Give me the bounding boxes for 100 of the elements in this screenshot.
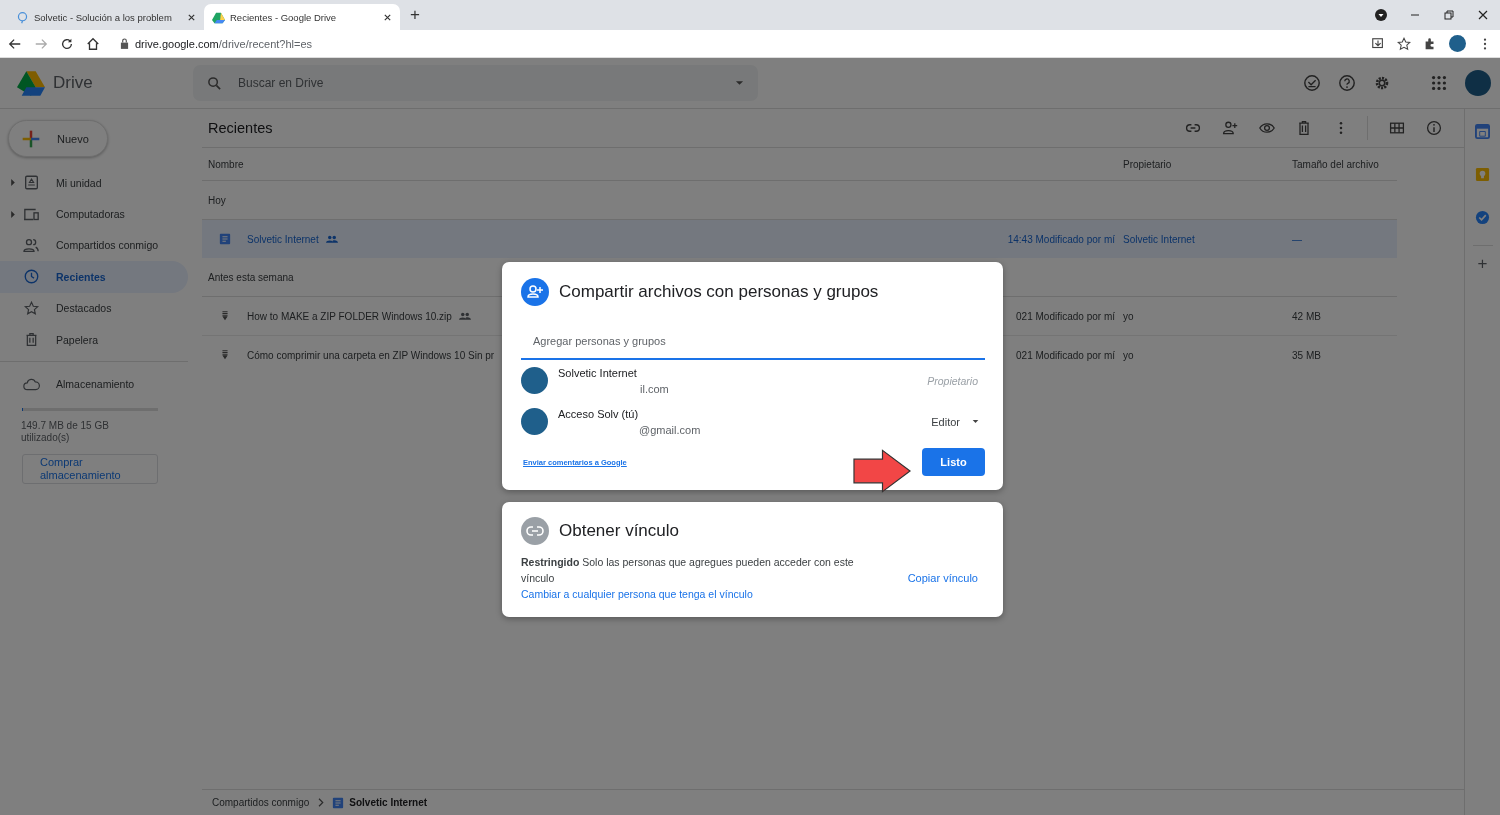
- zip-file-icon: [219, 349, 231, 361]
- zip-file-icon: [219, 310, 231, 322]
- restore-icon[interactable]: [1442, 8, 1456, 22]
- search-bar[interactable]: Buscar en Drive: [193, 65, 758, 101]
- eye-icon[interactable]: [1259, 120, 1275, 136]
- buy-storage-button[interactable]: Comprar almacenamiento: [22, 453, 158, 484]
- lock-icon[interactable]: [120, 38, 129, 49]
- column-header[interactable]: Nombre: [202, 158, 953, 170]
- drive-favicon-icon: [212, 10, 225, 24]
- grid-view-icon[interactable]: [1389, 120, 1405, 136]
- account-avatar[interactable]: [1465, 70, 1491, 96]
- person-email: il.com: [639, 381, 669, 397]
- group-label: Antes esta semana: [208, 271, 294, 283]
- star-icon[interactable]: [1397, 36, 1411, 51]
- add-person-icon[interactable]: [1222, 120, 1238, 136]
- size-cell-text: —: [1292, 233, 1303, 245]
- caret-icon: [972, 419, 979, 424]
- help-icon[interactable]: [1338, 74, 1356, 92]
- breadcrumb-item[interactable]: Solvetic Internet: [349, 797, 428, 808]
- drive-logo-icon[interactable]: [17, 70, 45, 96]
- puzzle-icon[interactable]: [1423, 36, 1437, 51]
- breadcrumb-item[interactable]: Compartidos conmigo: [212, 797, 310, 808]
- column-header[interactable]: Propietario: [1123, 158, 1292, 170]
- close-icon[interactable]: [383, 12, 392, 22]
- person-name: Acceso Solv (tú): [558, 406, 640, 422]
- new-button[interactable]: Nuevo: [8, 120, 108, 157]
- copy-link-button[interactable]: Copiar vínculo: [907, 571, 978, 584]
- check-circle-icon[interactable]: [1303, 74, 1321, 92]
- calendar-icon[interactable]: [1475, 124, 1490, 139]
- file-name: How to MAKE a ZIP FOLDER Windows 10.zip: [247, 310, 452, 322]
- document-icon: [219, 233, 231, 245]
- person-email: @gmail.com: [638, 422, 701, 438]
- storage-usage-text: 149.7 MB de 15 GB utilizado(s): [21, 419, 110, 444]
- access-description: Restringido Solo las personas que agregues pueden acceder con este vínculo: [521, 555, 855, 586]
- sidebar-item[interactable]: Destacados: [0, 292, 188, 324]
- add-person-icon: [521, 278, 549, 306]
- browser-tab[interactable]: Solvetic - Solución a los problem: [8, 4, 204, 30]
- pointer-arrow: [853, 449, 912, 493]
- close-icon[interactable]: [187, 12, 196, 22]
- install-app-icon[interactable]: [1371, 36, 1385, 51]
- trash-icon[interactable]: [1296, 120, 1312, 136]
- avatar: [521, 367, 548, 394]
- role-label: Propietario: [927, 374, 979, 387]
- modified-cell-text: 021 Modificado por mí: [1015, 310, 1116, 322]
- browser-tab[interactable]: Recientes - Google Drive: [204, 4, 400, 30]
- avatar: [521, 408, 548, 435]
- chevron-right-icon: [317, 798, 325, 807]
- expand-caret-icon[interactable]: [10, 209, 16, 219]
- expand-caret-icon[interactable]: [10, 178, 16, 188]
- add-addon-button[interactable]: +: [1477, 254, 1488, 274]
- owner-cell-text: Solvetic Internet: [1123, 233, 1196, 245]
- person-name: Solvetic Internet: [558, 365, 638, 381]
- page-title: Recientes: [208, 120, 273, 136]
- sidebar-item[interactable]: Recientes: [0, 261, 188, 293]
- app-title: Drive: [53, 73, 94, 93]
- apps-grid-icon[interactable]: [1430, 74, 1448, 92]
- people-icon: [23, 237, 40, 253]
- modified-cell-text: 021 Modificado por mí: [1015, 349, 1116, 361]
- back-arrow-icon[interactable]: [8, 36, 22, 51]
- drive-icon: [23, 175, 40, 191]
- group-label: Hoy: [208, 194, 226, 206]
- sidebar-item[interactable]: Papelera: [0, 323, 188, 356]
- sidebar-item[interactable]: Compartidos conmigo: [0, 229, 188, 262]
- sidebar-item[interactable]: Mi unidad: [0, 167, 188, 199]
- reload-icon[interactable]: [60, 36, 74, 51]
- magnifier-favicon-icon: [16, 10, 29, 24]
- home-icon[interactable]: [86, 36, 100, 51]
- forward-arrow-icon[interactable]: [34, 36, 48, 51]
- search-input[interactable]: Buscar en Drive: [236, 75, 735, 91]
- sidebar-item[interactable]: Computadoras: [0, 198, 188, 230]
- info-icon[interactable]: [1426, 120, 1442, 136]
- search-icon: [207, 75, 222, 91]
- clock-icon: [23, 269, 40, 285]
- star-icon: [23, 300, 40, 316]
- dialog-title: Obtener vínculo: [559, 521, 679, 541]
- profile-avatar[interactable]: [1449, 35, 1466, 52]
- column-header[interactable]: Tamaño del archivo: [1292, 158, 1397, 170]
- document-icon: [332, 796, 345, 809]
- done-button[interactable]: Listo: [922, 448, 985, 476]
- computers-icon: [23, 206, 40, 222]
- link-icon: [521, 517, 549, 545]
- owner-cell-text: yo: [1123, 310, 1135, 322]
- storage-item[interactable]: Almacenamiento: [0, 368, 188, 400]
- modified-cell-text: 14:43 Modificado por mí: [1006, 233, 1116, 245]
- file-name: Solvetic Internet: [247, 233, 319, 245]
- plus-icon: [21, 128, 41, 149]
- file-row[interactable]: Solvetic Internet 14:43 Modificado por mí Solvetic Internet —: [202, 219, 1397, 258]
- settings-icon[interactable]: [1373, 74, 1391, 92]
- new-tab-button[interactable]: +: [400, 5, 430, 25]
- url-text[interactable]: drive.google.com/drive/recent?hl=es: [135, 37, 313, 50]
- size-cell-text: 35 MB: [1292, 349, 1322, 361]
- file-name: Cómo comprimir una carpeta en ZIP Windows 10 Sin pr: [247, 349, 495, 361]
- cloud-icon: [23, 376, 40, 392]
- profile-dropdown-icon[interactable]: [1374, 8, 1388, 22]
- size-cell-text: 42 MB: [1292, 310, 1322, 322]
- close-icon[interactable]: [1476, 8, 1490, 22]
- caret-icon[interactable]: [735, 80, 744, 86]
- owner-cell-text: yo: [1123, 349, 1135, 361]
- change-access-link[interactable]: Cambiar a cualquier persona que tenga el vínculo: [521, 588, 881, 600]
- check-circle-icon[interactable]: [1475, 210, 1490, 225]
